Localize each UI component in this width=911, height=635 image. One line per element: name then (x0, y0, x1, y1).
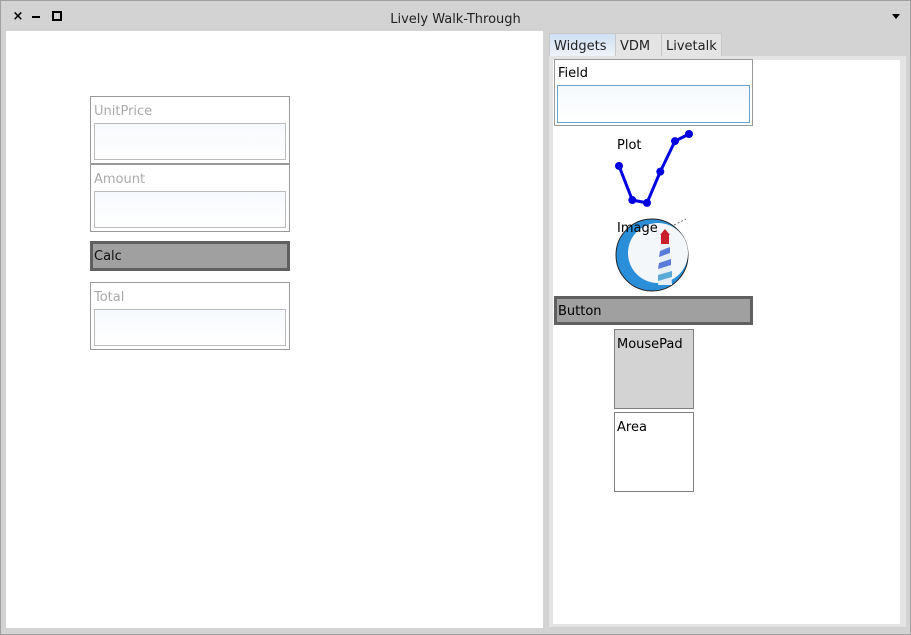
plot-point (656, 167, 665, 176)
window-menu-icon[interactable] (892, 14, 900, 19)
tab-vdm[interactable]: VDM (615, 33, 662, 57)
plot-point (615, 161, 623, 170)
part-area-label: Area (617, 420, 647, 435)
plot-point (671, 137, 679, 146)
unitprice-field[interactable]: UnitPrice (90, 96, 290, 164)
part-button-label: Button (558, 304, 602, 319)
calc-button[interactable]: Calc (90, 241, 290, 271)
part-field-label: Field (558, 66, 589, 81)
calc-button-label: Calc (94, 249, 122, 264)
unitprice-label: UnitPrice (94, 104, 153, 119)
plot-point (685, 130, 693, 138)
window-title: Lively Walk-Through (390, 12, 521, 27)
part-image-label: Image (617, 221, 658, 236)
part-plot[interactable]: Plot (612, 130, 694, 210)
part-mousepad-label: MousePad (617, 337, 683, 352)
part-image[interactable]: Image (612, 215, 694, 295)
total-field[interactable]: Total (90, 282, 290, 350)
total-label: Total (94, 290, 125, 305)
plot-point (643, 198, 651, 207)
title-bar[interactable]: × Lively Walk-Through (1, 1, 910, 31)
tab-livetalk[interactable]: Livetalk (661, 33, 722, 57)
unitprice-input[interactable] (94, 123, 286, 160)
part-mousepad[interactable]: MousePad (614, 329, 694, 409)
part-button[interactable]: Button (554, 296, 753, 325)
amount-input[interactable] (94, 191, 286, 228)
tab-widgets[interactable]: Widgets (549, 33, 616, 57)
plot-point (628, 196, 637, 205)
part-field[interactable]: Field (554, 59, 753, 126)
parts-bin-panel (553, 60, 900, 624)
part-field-input (557, 85, 750, 123)
total-input[interactable] (94, 309, 286, 346)
amount-label: Amount (94, 172, 146, 187)
world-canvas[interactable]: UnitPrice Amount Calc Total (6, 31, 543, 628)
plot-graph (615, 130, 693, 207)
plot-line (617, 132, 690, 205)
amount-field[interactable]: Amount (90, 164, 290, 232)
part-area[interactable]: Area (614, 412, 694, 492)
